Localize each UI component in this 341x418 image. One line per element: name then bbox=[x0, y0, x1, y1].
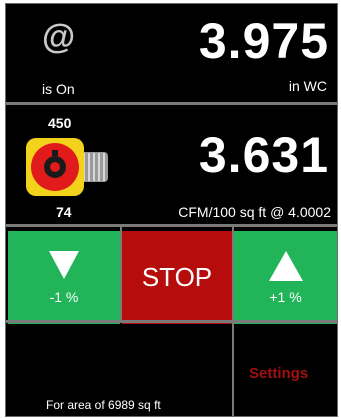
pressure-value: 3.975 bbox=[198, 13, 329, 69]
arrow-up-icon bbox=[268, 250, 303, 281]
status-text: is On bbox=[42, 81, 75, 97]
divider bbox=[6, 320, 337, 323]
fan-icon bbox=[24, 132, 114, 207]
decrease-label: -1 % bbox=[49, 288, 79, 305]
increase-button[interactable]: +1 % bbox=[234, 231, 337, 324]
at-symbol-label: @ bbox=[42, 18, 76, 56]
flow-value: 3.631 bbox=[198, 127, 329, 183]
stop-label: STOP bbox=[141, 262, 213, 292]
gauge-bottom-label: 74 bbox=[56, 204, 72, 220]
blower-door-panel: @ is On 3.975 in WC 450 74 3.631 CFM/100 bbox=[5, 3, 338, 417]
area-text: For area of 6989 sq ft bbox=[46, 398, 161, 412]
divider bbox=[6, 102, 337, 105]
stop-button[interactable]: STOP bbox=[122, 231, 232, 324]
increase-label: +1 % bbox=[269, 288, 302, 305]
divider bbox=[6, 224, 337, 227]
settings-button[interactable]: Settings bbox=[249, 365, 308, 382]
decrease-button[interactable]: -1 % bbox=[8, 231, 120, 324]
arrow-down-icon bbox=[49, 250, 79, 279]
gauge-top-label: 450 bbox=[48, 115, 72, 131]
flow-unit: CFM/100 sq ft @ 4.0002 bbox=[178, 204, 331, 220]
pressure-unit: in WC bbox=[288, 78, 327, 94]
